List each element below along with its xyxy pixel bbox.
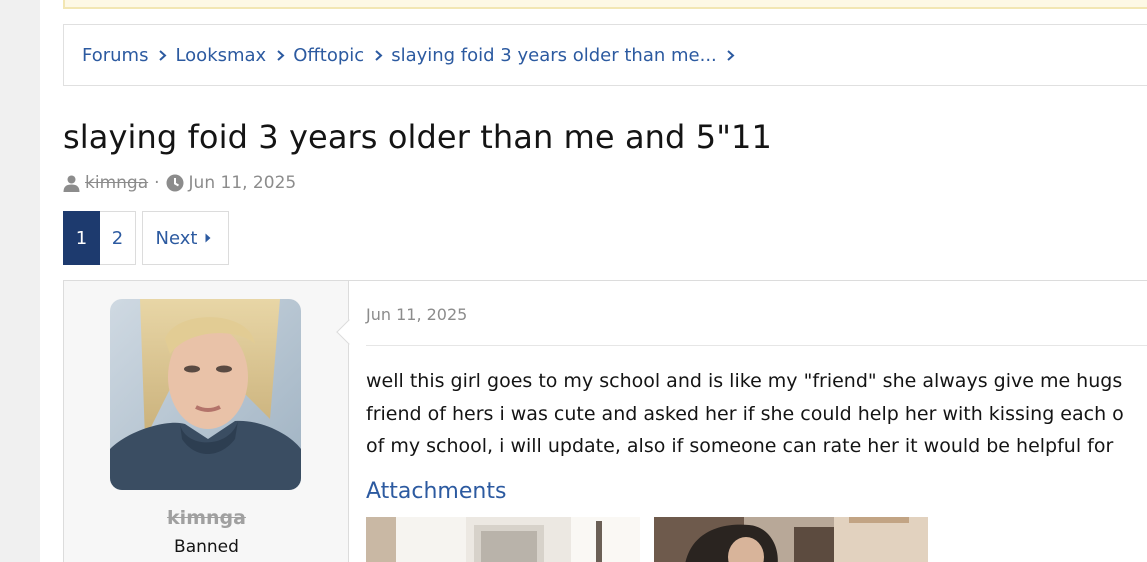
next-page-button[interactable]: Next [142,211,229,265]
post-body-line: well this girl goes to my school and is … [366,370,1123,392]
page-1-button[interactable]: 1 [63,211,100,265]
next-label: Next [155,227,198,249]
breadcrumb-label[interactable]: Offtopic [293,45,364,66]
breadcrumb-forums[interactable]: Forums [82,45,175,66]
chevron-right-icon [373,49,383,61]
notice-bar [63,0,1147,9]
post-body-line: of my school, i will update, also if som… [366,435,1114,457]
chevron-right-icon [275,49,285,61]
page-nav: 1 2 Next [63,211,229,265]
breadcrumb-label[interactable]: Forums [82,45,148,66]
post-message-cell: Jun 11, 2025 well this girl goes to my s… [350,281,1147,562]
post-body-line: friend of hers i was cute and asked her … [366,402,1124,425]
chevron-right-icon [157,49,167,61]
post-body: well this girl goes to my school and is … [366,365,1147,463]
breadcrumb-label[interactable]: Looksmax [175,45,266,66]
clock-icon [166,174,184,192]
post-user-title: Banned [174,537,239,557]
breadcrumb-looksmax[interactable]: Looksmax [175,45,293,66]
thread-meta: kimnga · Jun 11, 2025 [62,173,296,193]
thread-title: slaying foid 3 years older than me and 5… [63,118,772,156]
meta-separator: · [154,173,160,193]
page: Forums Looksmax Offtopic slaying foid 3 … [40,0,1147,562]
post-date[interactable]: Jun 11, 2025 [366,305,467,324]
divider [366,345,1147,346]
thread-date[interactable]: Jun 11, 2025 [189,173,297,193]
page-2-button[interactable]: 2 [100,211,136,265]
avatar[interactable] [110,299,301,490]
attachment-thumbnail[interactable] [654,517,928,562]
breadcrumb-thread[interactable]: slaying foid 3 years older than me... [391,45,744,66]
breadcrumb-label[interactable]: slaying foid 3 years older than me... [391,45,717,66]
chevron-right-icon [726,49,736,61]
post: kimnga Banned Jun 11, 2025 well this gir… [63,280,1147,562]
post-username[interactable]: kimnga [64,507,349,529]
attachment-thumbnail[interactable] [366,517,640,562]
attachments-heading: Attachments [366,479,507,504]
caret-right-icon [205,233,211,243]
breadcrumb: Forums Looksmax Offtopic slaying foid 3 … [63,24,1147,86]
post-user-cell: kimnga Banned [64,281,349,562]
user-icon [62,174,80,192]
thread-author[interactable]: kimnga [85,173,148,193]
breadcrumb-offtopic[interactable]: Offtopic [293,45,391,66]
